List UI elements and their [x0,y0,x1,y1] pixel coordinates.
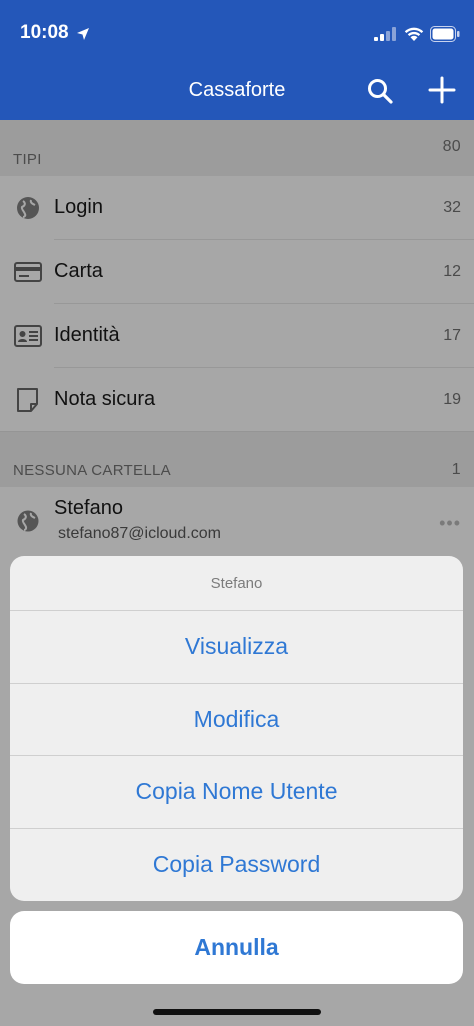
type-row-login[interactable]: Login 32 [0,176,474,240]
section-header-no-folder: NESSUNA CARTELLA 1 [0,431,474,487]
globe-icon [17,197,39,219]
cellular-signal-icon [374,27,396,41]
action-sheet: Stefano Visualizza Modifica Copia Nome U… [10,556,463,901]
edit-button[interactable]: Modifica [10,684,463,756]
add-icon[interactable] [428,76,456,104]
type-row-count: 17 [443,327,461,344]
status-bar: 10:08 [0,0,474,62]
type-row-label: Login [54,196,103,218]
location-arrow-icon [77,28,89,40]
more-options-icon[interactable]: ••• [439,513,461,534]
section-header-types: TIPI 80 [0,120,474,176]
type-row-label: Identità [54,324,120,346]
wifi-icon [404,27,424,41]
page-title: Cassaforte [188,79,286,101]
type-row-label: Nota sicura [54,388,156,410]
globe-icon [17,510,39,532]
type-row-card[interactable]: Carta 12 [0,240,474,304]
view-button[interactable]: Visualizza [10,611,463,684]
status-time: 10:08 [20,22,69,43]
copy-username-button[interactable]: Copia Nome Utente [10,756,463,829]
type-row-label: Carta [54,260,103,282]
section-header-label: TIPI [13,151,42,168]
type-row-count: 19 [443,391,461,408]
section-header-label: NESSUNA CARTELLA [13,462,171,479]
home-indicator[interactable] [153,1009,321,1015]
type-row-count: 12 [443,263,461,280]
list-item[interactable]: Stefano stefano87@icloud.com ••• [0,487,474,557]
search-icon[interactable] [367,78,393,104]
copy-password-button[interactable]: Copia Password [10,829,463,902]
cancel-button[interactable]: Annulla [10,911,463,984]
type-row-count: 32 [443,199,461,216]
type-row-identity[interactable]: Identità 17 [0,304,474,368]
credit-card-icon [14,262,42,282]
action-sheet-title: Stefano [10,556,463,611]
battery-icon [430,26,460,42]
note-icon [17,388,38,412]
list-item-title: Stefano [54,497,123,519]
section-header-count: 80 [442,138,461,155]
type-row-secure-note[interactable]: Nota sicura 19 [0,368,474,432]
navigation-bar: 10:08 Cassaforte [0,0,474,120]
id-card-icon [14,325,42,347]
list-item-subtitle: stefano87@icloud.com [58,525,221,542]
section-header-count: 1 [451,461,461,478]
